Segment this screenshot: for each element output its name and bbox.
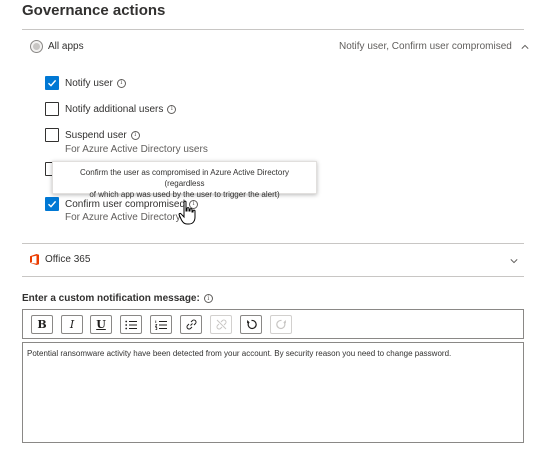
all-apps-summary: Notify user, Confirm user compromised [339,41,512,52]
chevron-up-icon[interactable] [521,43,529,51]
remove-link-button[interactable] [210,315,232,334]
notify-additional-users-label: Notify additional users [65,103,164,115]
custom-message-label: Enter a custom notification message: [22,293,200,304]
all-apps-summary-row[interactable]: Notify user, Confirm user compromised [339,41,529,52]
tooltip: Confirm the user as compromised in Azure… [52,161,317,199]
underline-button[interactable]: U [90,315,112,334]
notify-additional-users-checkbox[interactable] [45,102,59,116]
unlink-icon [216,319,226,330]
numbered-list-button[interactable] [150,315,172,334]
chevron-down-icon[interactable] [510,257,518,265]
divider [22,243,524,244]
confirm-user-compromised-note: For Azure Active Directory us [65,212,194,223]
info-icon[interactable]: i [130,130,140,140]
redo-icon [275,319,286,330]
notify-user-checkbox[interactable] [45,76,59,90]
action-notify-user[interactable]: Notify user i [45,76,126,90]
section-heading: Governance actions [22,2,166,19]
action-notify-additional-users[interactable]: Notify additional users i [45,102,177,116]
link-icon [186,319,196,330]
divider [22,29,524,30]
office-365-label: Office 365 [45,254,91,265]
custom-message-label-row: Enter a custom notification message: i [22,293,213,304]
insert-link-button[interactable] [180,315,202,334]
all-apps-label: All apps [48,41,84,52]
custom-message-text: Potential ransomware activity have been … [27,349,452,358]
editor-toolbar: B I U [22,309,524,339]
underline-label: U [96,318,106,331]
all-apps-radio[interactable] [30,40,43,53]
divider [22,276,524,277]
suspend-user-label: Suspend user [65,129,127,141]
confirm-user-compromised-label: Confirm user compromised [65,198,186,210]
redo-button[interactable] [270,315,292,334]
custom-message-editor[interactable]: Potential ransomware activity have been … [22,342,524,443]
info-icon[interactable]: i [203,294,213,303]
undo-icon [246,319,257,330]
info-icon[interactable]: i [116,78,126,88]
bold-label: B [37,318,47,331]
action-suspend-user[interactable]: Suspend user i [45,128,140,142]
tooltip-line-2: of which app was used by the user to tri… [89,190,280,199]
bulleted-list-icon [125,320,137,329]
suspend-user-note: For Azure Active Directory users [65,144,208,155]
undo-button[interactable] [240,315,262,334]
confirm-user-compromised-checkbox[interactable] [45,197,59,211]
italic-button[interactable]: I [61,315,83,334]
bold-button[interactable]: B [31,315,53,334]
all-apps-radio-row[interactable]: All apps [30,40,84,53]
italic-label: I [69,318,75,331]
tooltip-line-1: Confirm the user as compromised in Azure… [80,168,289,188]
hand-cursor-icon [178,200,196,225]
office-365-row[interactable]: Office 365 [30,254,90,265]
suspend-user-checkbox[interactable] [45,128,59,142]
notify-user-label: Notify user [65,77,113,89]
bulleted-list-button[interactable] [120,315,142,334]
info-icon[interactable]: i [167,104,177,114]
numbered-list-icon [155,320,167,330]
office-365-icon [30,254,39,265]
